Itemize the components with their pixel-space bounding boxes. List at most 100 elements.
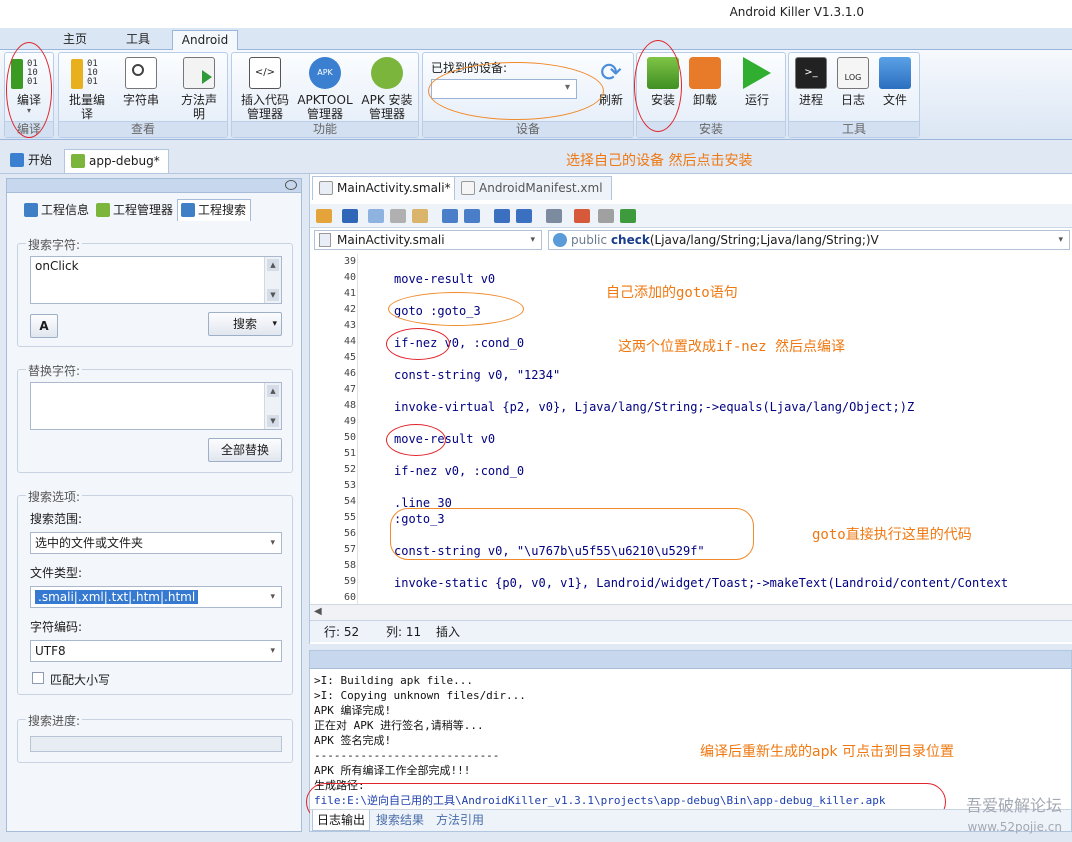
editor-hscrollbar[interactable]: ◀: [310, 604, 1072, 620]
eye-icon[interactable]: [285, 180, 297, 190]
start-tab[interactable]: 开始: [4, 149, 60, 173]
goto-highlight: [388, 292, 524, 326]
file-select[interactable]: MainActivity.smali ▾: [314, 230, 542, 250]
log-panel: >I: Building apk file... >I: Copying unkn…: [306, 650, 1072, 832]
line-number: 58: [343, 560, 356, 571]
font-icon[interactable]: A: [30, 314, 58, 338]
paste-icon[interactable]: [412, 209, 428, 223]
redo-icon[interactable]: [464, 209, 480, 223]
log-tabs: 日志输出 搜索结果 方法引用: [310, 809, 1071, 831]
search-input[interactable]: onClick ▲ ▼: [30, 256, 282, 304]
tab-home[interactable]: 主页: [50, 30, 100, 50]
tab-tools[interactable]: 工具: [112, 30, 164, 50]
log-panel-header: [310, 651, 1071, 669]
apk-install-manager-button[interactable]: APK 安装管理器: [356, 57, 418, 121]
code-line: move-result v0: [394, 272, 496, 286]
file-select-value: MainActivity.smali: [337, 233, 445, 247]
forward-icon[interactable]: [516, 209, 532, 223]
chevron-down-icon: ▾: [270, 538, 275, 548]
uninstall-button[interactable]: 卸载: [685, 57, 725, 107]
search-button[interactable]: 搜索 ▾: [208, 312, 282, 336]
group-device-label: 设备: [423, 121, 633, 137]
annotation-change-ifnez: 这两个位置改成if-nez 然后点编译: [618, 339, 846, 355]
line-number: 44: [343, 336, 356, 347]
replace-input[interactable]: ▲ ▼: [30, 382, 282, 430]
uninstall-label: 卸载: [692, 93, 717, 107]
tab-android[interactable]: Android: [172, 30, 238, 50]
format-icon[interactable]: [546, 209, 562, 223]
apktool-manager-button[interactable]: APK APKTOOL管理器: [294, 57, 356, 121]
android-icon[interactable]: [620, 209, 636, 223]
file-type-select[interactable]: .smali|.xml|.txt|.htm|.html ▾: [30, 586, 282, 608]
back-icon[interactable]: [494, 209, 510, 223]
lock-icon[interactable]: [316, 209, 332, 223]
info-icon: [24, 203, 38, 217]
group-view-label: 查看: [59, 121, 227, 137]
document-tabs: 开始 app-debug* 选择自己的设备 然后点击安装: [0, 146, 1072, 174]
editor-tab-mainactivity[interactable]: MainActivity.smali*: [312, 176, 460, 200]
left-panel-tabs: 工程信息 工程管理器 工程搜索: [21, 199, 252, 222]
method-decl-button[interactable]: 方法声明: [173, 57, 225, 121]
save-icon[interactable]: [342, 209, 358, 223]
editor-status-bar: 行: 52 列: 11 插入: [310, 620, 1072, 642]
watermark-url: www.52pojie.cn: [967, 820, 1062, 834]
process-button[interactable]: >_ 进程: [791, 57, 831, 107]
start-tab-label: 开始: [28, 153, 53, 167]
match-case-checkbox[interactable]: [32, 672, 44, 684]
code-line: invoke-virtual {p2, v0}, Ljava/lang/Stri…: [394, 400, 915, 414]
cut-icon[interactable]: [390, 209, 406, 223]
batch-compile-button[interactable]: 01 10 01 批量编译: [63, 57, 111, 121]
android-icon: [96, 203, 111, 217]
tab-log-output[interactable]: 日志输出: [312, 810, 371, 831]
replace-input-scrollbar[interactable]: ▲ ▼: [264, 383, 281, 429]
java-icon[interactable]: [574, 209, 590, 223]
code-editor[interactable]: 39 40 41 42 43 44 45 46 47 48 49 50 51 5…: [310, 254, 1072, 604]
chevron-down-icon: ▾: [270, 646, 275, 656]
ifnez2-highlight: [386, 424, 446, 456]
left-panel-header: [7, 179, 301, 193]
scope-select[interactable]: 选中的文件或文件夹 ▾: [30, 532, 282, 554]
tab-project-info[interactable]: 工程信息: [21, 200, 93, 222]
goto-target-highlight: [390, 508, 754, 560]
search-section: 搜索字符: onClick ▲ ▼ A 搜索 ▾: [17, 236, 293, 347]
log-line: APK 所有编译工作全部完成!!!: [314, 764, 471, 777]
tab-project-info-label: 工程信息: [41, 203, 90, 217]
encoding-label: 字符编码:: [30, 620, 83, 634]
log-line: >I: Building apk file...: [314, 674, 473, 687]
chevron-left-icon[interactable]: ◀: [314, 606, 322, 617]
replace-all-button[interactable]: 全部替换: [208, 438, 282, 462]
list-icon[interactable]: [598, 209, 614, 223]
editor-tab-manifest-label: AndroidManifest.xml: [479, 181, 603, 195]
group-view: 01 10 01 批量编译 字符串 方法声明 查看: [58, 52, 228, 138]
copy-icon[interactable]: [368, 209, 384, 223]
tab-project-manager[interactable]: 工程管理器: [93, 200, 177, 222]
tab-project-search[interactable]: 工程搜索: [177, 199, 252, 221]
strings-label: 字符串: [122, 93, 159, 107]
line-number: 45: [343, 352, 356, 363]
line-number: 52: [343, 464, 356, 475]
tab-search-results[interactable]: 搜索结果: [372, 810, 428, 830]
search-input-scrollbar[interactable]: ▲ ▼: [264, 257, 281, 303]
encoding-select[interactable]: UTF8 ▾: [30, 640, 282, 662]
insert-code-manager-button[interactable]: </> 插入代码管理器: [234, 57, 296, 121]
undo-icon[interactable]: [442, 209, 458, 223]
file-icon: [319, 181, 333, 195]
chevron-down-icon: ▾: [272, 319, 277, 329]
line-number: 50: [343, 432, 356, 443]
tab-method-refs[interactable]: 方法引用: [432, 810, 488, 830]
editor-tab-manifest[interactable]: AndroidManifest.xml: [454, 176, 612, 200]
strings-button[interactable]: 字符串: [117, 57, 165, 107]
editor-tab-mainactivity-label: MainActivity.smali*: [337, 181, 451, 195]
method-select[interactable]: public check(Ljava/lang/String;Ljava/lan…: [548, 230, 1070, 250]
file-button[interactable]: 文件: [875, 57, 915, 107]
batch-compile-icon: 01 10 01: [63, 57, 111, 93]
line-number: 53: [343, 480, 356, 491]
project-tab-label: app-debug*: [89, 154, 160, 168]
log-button[interactable]: LOG 日志: [833, 57, 873, 107]
line-number: 54: [343, 496, 356, 507]
project-tab[interactable]: app-debug*: [64, 149, 169, 173]
method-modifier: public: [571, 233, 608, 247]
run-button[interactable]: 运行: [737, 57, 777, 107]
watermark-cn: 吾爱破解论坛: [965, 796, 1062, 815]
tab-project-manager-label: 工程管理器: [113, 203, 174, 217]
